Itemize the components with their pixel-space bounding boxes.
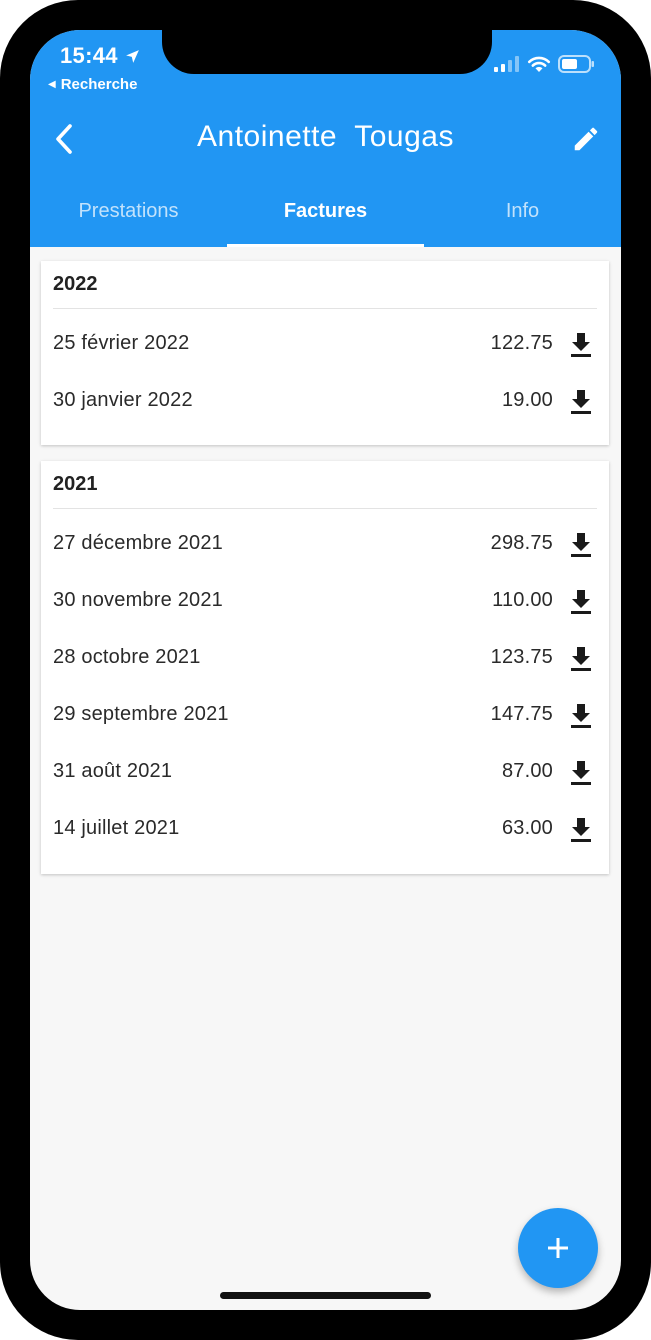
phone-frame: 15:44 ◀ Recherche Antoinette Tougas Pres… — [0, 0, 651, 1340]
download-icon[interactable] — [569, 759, 593, 785]
download-icon[interactable] — [569, 331, 593, 357]
wifi-icon — [527, 56, 551, 72]
invoice-row[interactable]: 25 février 2022 122.75 — [41, 315, 609, 372]
notch — [162, 30, 492, 74]
tab-bar: Prestations Factures Info — [30, 190, 621, 247]
year-card-2021: 2021 27 décembre 2021 298.75 30 novembre… — [41, 461, 609, 874]
invoice-date: 29 septembre 2021 — [53, 703, 229, 725]
download-icon[interactable] — [569, 702, 593, 728]
invoice-row[interactable]: 14 juillet 2021 63.00 — [41, 800, 609, 857]
back-triangle-icon: ◀ — [48, 79, 56, 90]
invoice-row[interactable]: 30 novembre 2021 110.00 — [41, 572, 609, 629]
invoice-date: 27 décembre 2021 — [53, 532, 223, 554]
plus-icon — [548, 1238, 568, 1258]
invoice-date: 31 août 2021 — [53, 760, 173, 782]
download-icon[interactable] — [569, 388, 593, 414]
location-arrow-icon — [125, 49, 139, 63]
invoice-amount: 298.75 — [490, 532, 553, 554]
invoice-row[interactable]: 27 décembre 2021 298.75 — [41, 515, 609, 572]
battery-icon — [558, 55, 594, 73]
invoice-date: 25 février 2022 — [53, 332, 190, 354]
pencil-icon[interactable] — [571, 124, 601, 154]
status-back-label: Recherche — [60, 76, 138, 93]
status-time: 15:44 — [60, 43, 141, 69]
page-title: Antoinette Tougas — [197, 120, 454, 153]
tab-info[interactable]: Info — [424, 190, 621, 247]
invoice-date: 28 octobre 2021 — [53, 646, 201, 668]
invoice-amount: 87.00 — [501, 760, 553, 782]
home-indicator — [220, 1292, 431, 1299]
download-icon[interactable] — [569, 645, 593, 671]
status-back-link[interactable]: ◀ Recherche — [48, 76, 137, 93]
add-invoice-button[interactable] — [518, 1208, 598, 1288]
year-card-2022: 2022 25 février 2022 122.75 30 janvier 2… — [41, 261, 609, 445]
invoice-amount: 122.75 — [490, 332, 553, 354]
year-header: 2021 — [53, 461, 597, 509]
invoice-amount: 147.75 — [490, 703, 553, 725]
download-icon[interactable] — [569, 816, 593, 842]
tab-prestations[interactable]: Prestations — [30, 190, 227, 247]
tab-factures[interactable]: Factures — [227, 190, 424, 247]
invoice-date: 30 novembre 2021 — [53, 589, 223, 611]
download-icon[interactable] — [569, 588, 593, 614]
status-icons — [494, 55, 595, 73]
invoice-date: 30 janvier 2022 — [53, 389, 193, 411]
invoice-amount: 19.00 — [501, 389, 553, 411]
invoice-amount: 63.00 — [501, 817, 553, 839]
invoice-amount: 123.75 — [490, 646, 553, 668]
invoice-row[interactable]: 28 octobre 2021 123.75 — [41, 629, 609, 686]
download-icon[interactable] — [569, 531, 593, 557]
cellular-signal-icon — [494, 56, 519, 72]
invoice-row[interactable]: 30 janvier 2022 19.00 — [41, 372, 609, 429]
invoice-row[interactable]: 29 septembre 2021 147.75 — [41, 686, 609, 743]
screen: 15:44 ◀ Recherche Antoinette Tougas Pres… — [30, 30, 621, 1310]
invoice-row[interactable]: 31 août 2021 87.00 — [41, 743, 609, 800]
invoice-amount: 110.00 — [492, 589, 553, 611]
status-time-text: 15:44 — [60, 43, 118, 68]
invoice-date: 14 juillet 2021 — [53, 817, 180, 839]
year-header: 2022 — [53, 261, 597, 309]
